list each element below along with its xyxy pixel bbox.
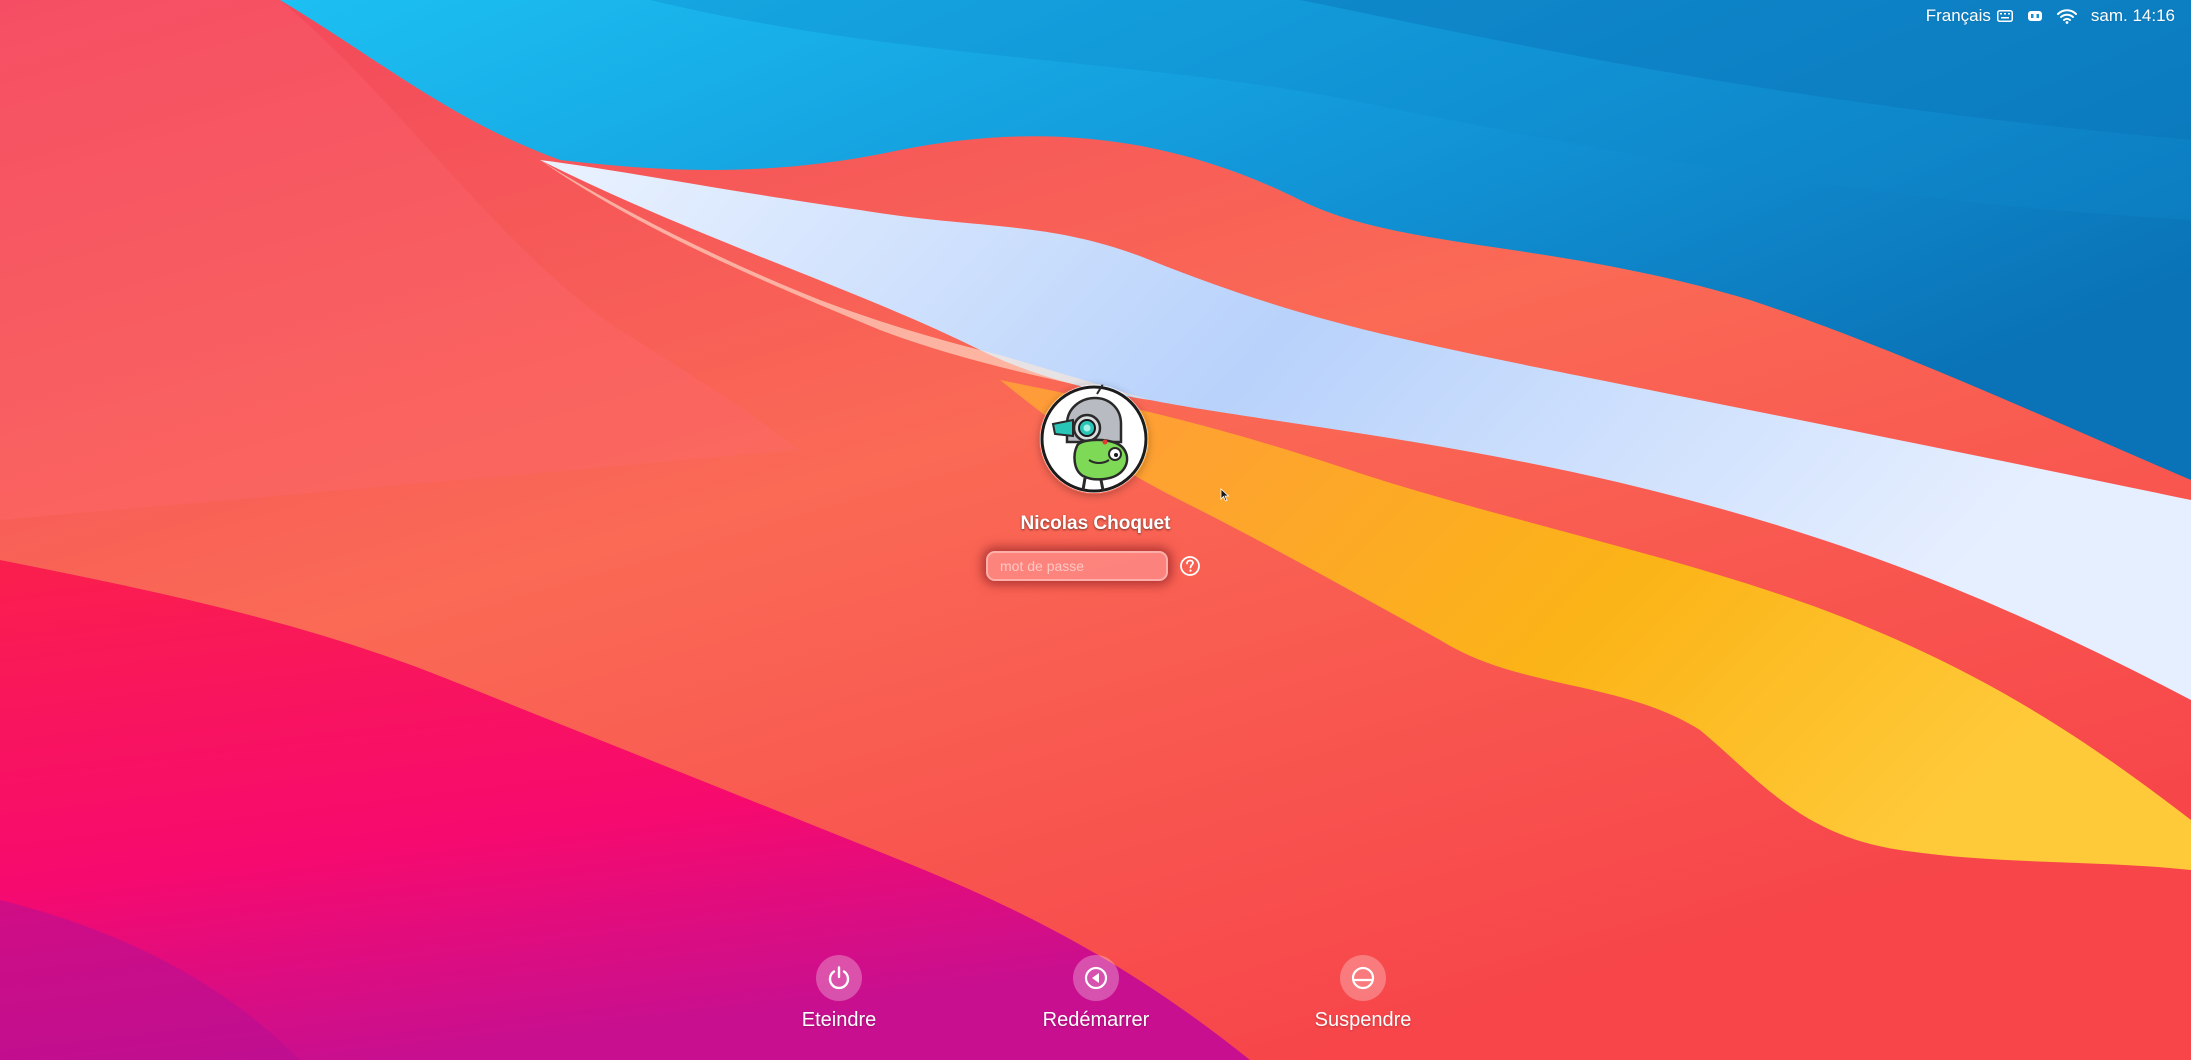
restart-label: Redémarrer [1042,1009,1150,1031]
sleep-button[interactable]: Suspendre [1273,955,1453,1032]
shutdown-label: Eteindre [801,1009,877,1031]
password-input[interactable] [986,551,1168,581]
shutdown-button[interactable]: Eteindre [749,955,929,1032]
keyboard-icon [1996,10,2013,22]
input-language-menu[interactable]: Français [1926,0,2013,32]
mouse-cursor-icon [1220,488,1230,502]
question-mark-icon [1180,556,1200,576]
sleep-circle [1340,955,1386,1001]
password-hint-button[interactable] [1179,555,1201,577]
menu-bar: Français sam. 14:16 [1926,0,2191,32]
sleep-icon [1351,966,1375,990]
power-actions: Eteindre Redémarrer Suspendre [0,955,2191,1055]
restart-icon [1084,966,1108,990]
login-panel: Nicolas Choquet [0,384,2191,584]
wifi-icon [2056,8,2077,24]
accessibility-icon [2027,9,2043,23]
wifi-menu[interactable] [2056,0,2077,32]
robot-avatar-icon [1040,384,1148,493]
restart-button[interactable]: Redémarrer [1006,955,1186,1032]
power-icon [828,966,850,990]
clock: sam. 14:16 [2090,6,2175,25]
restart-circle [1073,955,1119,1001]
avatar[interactable] [1039,384,1149,494]
sleep-label: Suspendre [1314,1009,1412,1031]
login-screen: Français sam. 14:16 Nicolas Choquet Etei… [0,0,2191,1060]
shutdown-circle [816,955,862,1001]
user-name: Nicolas Choquet [1020,513,1171,534]
clock-menu[interactable]: sam. 14:16 [2091,0,2175,32]
input-language-label: Français [1925,6,1991,25]
accessibility-menu[interactable] [2027,0,2043,32]
